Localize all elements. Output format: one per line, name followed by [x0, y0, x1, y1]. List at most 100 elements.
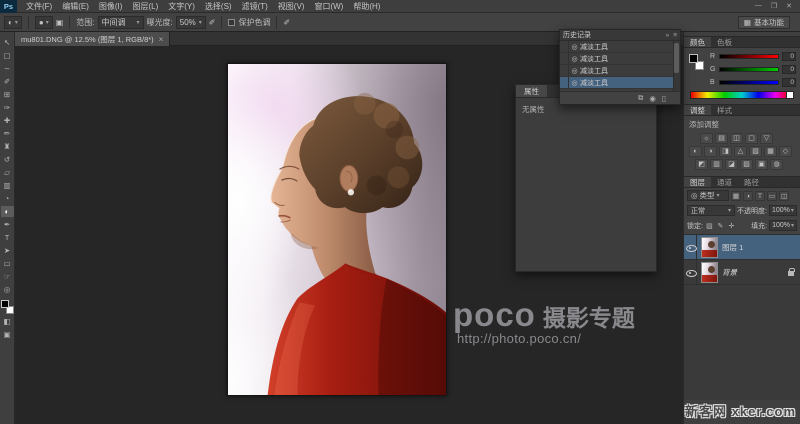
- history-source-checkbox[interactable]: [560, 65, 569, 76]
- hue-saturation-icon[interactable]: ◐: [689, 146, 702, 157]
- brush-tool[interactable]: ✏: [1, 128, 14, 139]
- foreground-color-swatch[interactable]: [1, 300, 9, 308]
- blue-channel-value[interactable]: 0: [782, 78, 796, 87]
- blue-channel-slider[interactable]: [719, 80, 779, 85]
- brightness-contrast-icon[interactable]: ☼: [700, 133, 713, 144]
- pen-tool[interactable]: ✒: [1, 219, 14, 230]
- blur-tool[interactable]: ◔: [1, 193, 14, 204]
- pressure-toggle-icon[interactable]: ✐: [283, 18, 290, 27]
- filter-shape-layers-icon[interactable]: ▭: [767, 191, 777, 201]
- history-step[interactable]: ◎ 减淡工具: [560, 65, 680, 77]
- layer-name[interactable]: 背景: [722, 267, 737, 278]
- panel-menu-icon[interactable]: ≡: [673, 32, 677, 39]
- gradient-map-icon[interactable]: ◪: [725, 159, 738, 170]
- layer-name[interactable]: 图层 1: [722, 242, 743, 253]
- tab-adjustments[interactable]: 调整: [684, 105, 711, 115]
- lock-position-icon[interactable]: ✛: [727, 222, 736, 230]
- eyedropper-tool[interactable]: ✑: [1, 102, 14, 113]
- fill-input[interactable]: 100% ▾: [769, 220, 797, 231]
- healing-brush-tool[interactable]: ✚: [1, 115, 14, 126]
- foreground-color-swatch[interactable]: [689, 54, 698, 63]
- menu-view[interactable]: 视图(V): [273, 0, 310, 13]
- menu-window[interactable]: 窗口(W): [309, 0, 348, 13]
- menu-select[interactable]: 选择(S): [200, 0, 237, 13]
- menu-file[interactable]: 文件(F): [21, 0, 57, 13]
- exposure-input[interactable]: 50% ▾: [176, 16, 206, 29]
- menu-image[interactable]: 图像(I): [94, 0, 128, 13]
- red-channel-value[interactable]: 0: [782, 52, 796, 61]
- collapse-panel-icon[interactable]: »: [666, 32, 670, 39]
- quick-mask-toggle[interactable]: ◧: [1, 316, 14, 327]
- history-step[interactable]: ◎ 减淡工具: [560, 41, 680, 53]
- opacity-input[interactable]: 100% ▾: [769, 205, 797, 216]
- red-channel-slider[interactable]: [719, 54, 779, 59]
- photo-filter-icon[interactable]: △: [734, 146, 747, 157]
- tab-color[interactable]: 颜色: [684, 37, 711, 47]
- filter-adjustment-layers-icon[interactable]: ◑: [743, 191, 753, 201]
- selective-color-icon[interactable]: ▨: [740, 159, 753, 170]
- tab-paths[interactable]: 路径: [738, 177, 765, 187]
- new-snapshot-icon[interactable]: ◉: [649, 94, 656, 103]
- curves-icon[interactable]: ◫: [730, 133, 743, 144]
- active-tool-preset[interactable]: ◐ ▾: [4, 16, 22, 29]
- green-channel-value[interactable]: 0: [782, 65, 796, 74]
- tab-channels[interactable]: 通道: [711, 177, 738, 187]
- history-step-selected[interactable]: ◎ 减淡工具: [560, 77, 680, 89]
- white-chip[interactable]: [786, 92, 793, 98]
- history-step[interactable]: ◎ 减淡工具: [560, 53, 680, 65]
- scrollbar-thumb[interactable]: [674, 43, 679, 73]
- blend-mode-select[interactable]: 正常 ▾: [687, 205, 735, 216]
- marquee-tool[interactable]: ▢: [1, 50, 14, 61]
- vibrance-icon[interactable]: ▽: [760, 133, 773, 144]
- history-source-checkbox[interactable]: [560, 77, 569, 88]
- menu-type[interactable]: 文字(Y): [163, 0, 200, 13]
- range-select[interactable]: 中间调 ▾: [98, 16, 144, 29]
- document-tab[interactable]: mu801.DNG @ 12.5% (图层 1, RGB/8*) ×: [15, 32, 170, 46]
- airbrush-toggle-icon[interactable]: ✐: [209, 18, 216, 27]
- color-swatches[interactable]: [689, 54, 704, 70]
- zoom-tool[interactable]: ◎: [1, 284, 14, 295]
- filter-pixel-layers-icon[interactable]: ▦: [731, 191, 741, 201]
- green-channel-slider[interactable]: [719, 67, 779, 72]
- restore-button[interactable]: ❐: [771, 2, 777, 10]
- portrait-photo[interactable]: [227, 63, 447, 396]
- delete-state-icon[interactable]: ▯: [662, 94, 666, 103]
- threshold-icon[interactable]: ▥: [710, 159, 723, 170]
- adjustment-icon[interactable]: ◍: [770, 159, 783, 170]
- path-selection-tool[interactable]: ➤: [1, 245, 14, 256]
- scrollbar[interactable]: [673, 41, 680, 91]
- layer-row-layer1[interactable]: 图层 1: [684, 235, 800, 260]
- gradient-tool[interactable]: ▥: [1, 180, 14, 191]
- workspace-switcher[interactable]: ▦ 基本功能: [738, 16, 790, 29]
- hand-tool[interactable]: ☞: [1, 271, 14, 282]
- menu-filter[interactable]: 滤镜(T): [237, 0, 273, 13]
- visibility-toggle[interactable]: [684, 235, 697, 259]
- eraser-tool[interactable]: ▱: [1, 167, 14, 178]
- layer-row-background[interactable]: 背景: [684, 260, 800, 285]
- channel-mixer-icon[interactable]: ▧: [749, 146, 762, 157]
- quick-selection-tool[interactable]: ✐: [1, 76, 14, 87]
- history-source-checkbox[interactable]: [560, 41, 569, 52]
- layer-filter-select[interactable]: ◎ 类型 ▾: [687, 190, 729, 201]
- posterize-icon[interactable]: ◩: [695, 159, 708, 170]
- invert-icon[interactable]: ◇: [779, 146, 792, 157]
- lock-pixels-icon[interactable]: ✎: [716, 222, 725, 230]
- protect-tones-checkbox[interactable]: [228, 19, 235, 26]
- move-tool[interactable]: ↖: [1, 37, 14, 48]
- foreground-background-swatches[interactable]: [1, 300, 14, 314]
- close-tab-icon[interactable]: ×: [159, 35, 164, 44]
- menu-layer[interactable]: 图层(L): [127, 0, 163, 13]
- menu-help[interactable]: 帮助(H): [348, 0, 385, 13]
- type-tool[interactable]: T: [1, 232, 14, 243]
- shape-tool[interactable]: ▭: [1, 258, 14, 269]
- history-source-checkbox[interactable]: [560, 53, 569, 64]
- clone-stamp-tool[interactable]: ♜: [1, 141, 14, 152]
- minimize-button[interactable]: —: [755, 2, 762, 10]
- adjustment-icon[interactable]: ▣: [755, 159, 768, 170]
- tab-swatches[interactable]: 色板: [711, 37, 738, 47]
- levels-icon[interactable]: ▤: [715, 133, 728, 144]
- filter-type-layers-icon[interactable]: T: [755, 191, 765, 201]
- layer-thumbnail[interactable]: [701, 237, 718, 258]
- exposure-icon[interactable]: ▢: [745, 133, 758, 144]
- filter-smart-object-icon[interactable]: ◫: [779, 191, 789, 201]
